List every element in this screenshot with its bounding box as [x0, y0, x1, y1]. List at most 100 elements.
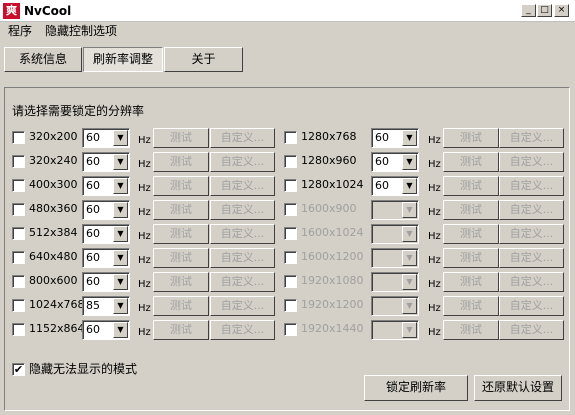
left-refresh-rate-select[interactable]: 60 ▼ — [82, 224, 130, 244]
left-resolution-checkbox[interactable] — [12, 131, 25, 144]
right-custom-button[interactable]: 自定义... — [499, 248, 564, 268]
chevron-down-icon[interactable]: ▼ — [402, 322, 417, 338]
right-resolution-checkbox[interactable] — [284, 299, 297, 312]
hide-modes-checkbox[interactable]: ✔ — [12, 363, 25, 376]
right-resolution-checkbox[interactable] — [284, 131, 297, 144]
chevron-down-icon[interactable]: ▼ — [113, 178, 128, 194]
menu-program[interactable]: 程序 — [8, 24, 32, 39]
chevron-down-icon[interactable]: ▼ — [402, 154, 417, 170]
right-refresh-rate-select[interactable]: ▼ — [371, 224, 419, 244]
right-refresh-rate-select[interactable]: ▼ — [371, 296, 419, 316]
right-refresh-rate-select[interactable]: ▼ — [371, 320, 419, 340]
left-refresh-rate-select[interactable]: 60 ▼ — [82, 128, 130, 148]
right-custom-button[interactable]: 自定义... — [499, 176, 564, 196]
chevron-down-icon[interactable]: ▼ — [113, 322, 128, 338]
chevron-down-icon[interactable]: ▼ — [402, 226, 417, 242]
left-test-button[interactable]: 测试 — [153, 152, 209, 172]
right-test-button[interactable]: 测试 — [443, 296, 499, 316]
right-test-button[interactable]: 测试 — [443, 224, 499, 244]
left-custom-button[interactable]: 自定义... — [210, 128, 275, 148]
left-resolution-checkbox[interactable] — [12, 179, 25, 192]
left-resolution-checkbox[interactable] — [12, 251, 25, 264]
left-refresh-rate-select[interactable]: 60 ▼ — [82, 320, 130, 340]
left-refresh-rate-select[interactable]: 60 ▼ — [82, 200, 130, 220]
left-test-button[interactable]: 测试 — [153, 200, 209, 220]
left-custom-button[interactable]: 自定义... — [210, 200, 275, 220]
menu-hide-controls[interactable]: 隐藏控制选项 — [45, 24, 117, 39]
right-custom-button[interactable]: 自定义... — [499, 200, 564, 220]
left-refresh-rate-select[interactable]: 60 ▼ — [82, 248, 130, 268]
right-resolution-checkbox[interactable] — [284, 203, 297, 216]
right-test-button[interactable]: 测试 — [443, 152, 499, 172]
left-test-button[interactable]: 测试 — [153, 176, 209, 196]
left-custom-button[interactable]: 自定义... — [210, 320, 275, 340]
right-custom-button[interactable]: 自定义... — [499, 152, 564, 172]
left-test-button[interactable]: 测试 — [153, 224, 209, 244]
tab-system-info[interactable]: 系统信息 — [4, 47, 82, 72]
right-custom-button[interactable]: 自定义... — [499, 296, 564, 316]
right-custom-button[interactable]: 自定义... — [499, 320, 564, 340]
right-test-button[interactable]: 测试 — [443, 248, 499, 268]
right-test-button[interactable]: 测试 — [443, 200, 499, 220]
left-custom-button[interactable]: 自定义... — [210, 152, 275, 172]
left-custom-button[interactable]: 自定义... — [210, 224, 275, 244]
left-test-button[interactable]: 测试 — [153, 296, 209, 316]
left-resolution-checkbox[interactable] — [12, 227, 25, 240]
left-refresh-rate-select[interactable]: 60 ▼ — [82, 176, 130, 196]
right-test-button[interactable]: 测试 — [443, 272, 499, 292]
tab-about[interactable]: 关于 — [164, 47, 243, 72]
chevron-down-icon[interactable]: ▼ — [402, 178, 417, 194]
chevron-down-icon[interactable]: ▼ — [113, 274, 128, 290]
right-test-button[interactable]: 测试 — [443, 176, 499, 196]
lock-refresh-button[interactable]: 锁定刷新率 — [364, 375, 468, 401]
right-resolution-checkbox[interactable] — [284, 251, 297, 264]
chevron-down-icon[interactable]: ▼ — [113, 250, 128, 266]
left-refresh-rate-select[interactable]: 85 ▼ — [82, 296, 130, 316]
right-resolution-checkbox[interactable] — [284, 227, 297, 240]
right-custom-button[interactable]: 自定义... — [499, 128, 564, 148]
chevron-down-icon[interactable]: ▼ — [113, 130, 128, 146]
right-resolution-checkbox[interactable] — [284, 155, 297, 168]
left-test-button[interactable]: 测试 — [153, 272, 209, 292]
right-resolution-checkbox[interactable] — [284, 323, 297, 336]
right-refresh-rate-select[interactable]: 60 ▼ — [371, 128, 419, 148]
left-test-button[interactable]: 测试 — [153, 248, 209, 268]
left-resolution-checkbox[interactable] — [12, 275, 25, 288]
left-refresh-rate-select[interactable]: 60 ▼ — [82, 152, 130, 172]
left-resolution-checkbox[interactable] — [12, 299, 25, 312]
chevron-down-icon[interactable]: ▼ — [402, 130, 417, 146]
right-refresh-rate-select[interactable]: 60 ▼ — [371, 176, 419, 196]
right-resolution-checkbox[interactable] — [284, 275, 297, 288]
right-refresh-rate-select[interactable]: ▼ — [371, 272, 419, 292]
right-resolution-checkbox[interactable] — [284, 179, 297, 192]
chevron-down-icon[interactable]: ▼ — [402, 274, 417, 290]
right-refresh-rate-select[interactable]: ▼ — [371, 200, 419, 220]
left-resolution-checkbox[interactable] — [12, 155, 25, 168]
close-button[interactable]: × — [554, 4, 569, 17]
right-custom-button[interactable]: 自定义... — [499, 224, 564, 244]
chevron-down-icon[interactable]: ▼ — [402, 298, 417, 314]
left-test-button[interactable]: 测试 — [153, 128, 209, 148]
chevron-down-icon[interactable]: ▼ — [402, 202, 417, 218]
left-refresh-rate-select[interactable]: 60 ▼ — [82, 272, 130, 292]
left-custom-button[interactable]: 自定义... — [210, 272, 275, 292]
left-test-button[interactable]: 测试 — [153, 320, 209, 340]
left-resolution-checkbox[interactable] — [12, 323, 25, 336]
minimize-button[interactable]: _ — [521, 4, 536, 17]
right-refresh-rate-select[interactable]: 60 ▼ — [371, 152, 419, 172]
restore-defaults-button[interactable]: 还原默认设置 — [474, 375, 562, 401]
left-resolution-checkbox[interactable] — [12, 203, 25, 216]
left-custom-button[interactable]: 自定义... — [210, 296, 275, 316]
chevron-down-icon[interactable]: ▼ — [113, 202, 128, 218]
right-custom-button[interactable]: 自定义... — [499, 272, 564, 292]
chevron-down-icon[interactable]: ▼ — [113, 226, 128, 242]
chevron-down-icon[interactable]: ▼ — [402, 250, 417, 266]
chevron-down-icon[interactable]: ▼ — [113, 298, 128, 314]
chevron-down-icon[interactable]: ▼ — [113, 154, 128, 170]
right-test-button[interactable]: 测试 — [443, 128, 499, 148]
maximize-button[interactable]: □ — [537, 4, 552, 17]
right-test-button[interactable]: 测试 — [443, 320, 499, 340]
right-refresh-rate-select[interactable]: ▼ — [371, 248, 419, 268]
tab-refresh-rate[interactable]: 刷新率调整 — [83, 47, 163, 72]
left-custom-button[interactable]: 自定义... — [210, 176, 275, 196]
